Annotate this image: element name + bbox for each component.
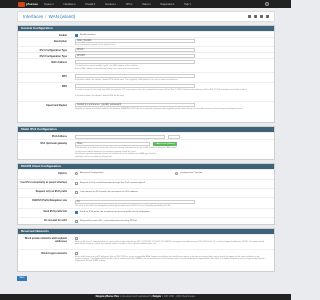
nav-diagnostics[interactable]: Diagnostics ▾: [161, 3, 175, 6]
block-private-checkbox[interactable]: [75, 236, 78, 240]
ipv4-gateway-label: IPv4 Upstream gateway: [40, 142, 67, 145]
nav-interfaces[interactable]: Interfaces ▾: [64, 3, 76, 6]
delegation-label: DHCPv6 Prefix Delegation size: [32, 199, 67, 202]
footer-product[interactable]: Netgate pfSense Plus: [96, 296, 120, 298]
sliders-icon[interactable]: [248, 15, 251, 18]
block-bogon-label: Block bogon networks: [41, 251, 67, 255]
block-private-hint: Blocks traffic from IP addresses that ar…: [75, 240, 265, 245]
no-wait-ra-row: Do not wait for a RA Required by some IS…: [18, 217, 274, 226]
description-row: Description WAN_WLAN0 Enter a descriptio…: [18, 37, 274, 46]
nav-help[interactable]: Help ▾: [184, 3, 191, 6]
mss-label: MSS: [61, 84, 67, 88]
no-wait-ra-text: Required by some ISPs, especially those …: [80, 220, 137, 222]
breadcrumb: Interfaces / WAN (wlan0): [17, 11, 275, 22]
logout-icon[interactable]: ⎋: [265, 2, 269, 6]
block-private-label: Block private networks and loopback addr…: [24, 236, 67, 243]
description-label: Description: [53, 39, 67, 43]
override-text: Configuration Override: [180, 172, 203, 174]
nav-services[interactable]: Services ▾: [105, 3, 116, 6]
nav-system[interactable]: System ▾: [44, 3, 53, 6]
request-prefix-row: Request only an IPv6 prefix Only request…: [18, 188, 274, 197]
dhcp6-panel: DHCP6 Client Configuration Options Advan…: [17, 163, 275, 225]
mac-hint-2: Enter a MAC address in the following for…: [75, 67, 140, 70]
delegation-hint: The value in this field is the delegated…: [75, 204, 171, 207]
gateway-hint-4: Gateways can be managed by clicking here…: [75, 155, 113, 158]
footer: Netgate pfSense Plus is developed and ma…: [0, 294, 291, 300]
send-hint-label: Send IPv6 prefix hint: [43, 210, 67, 213]
speed-label: Speed and Duplex: [46, 103, 67, 107]
mac-row: MAC Address This field can be used to mo…: [18, 58, 274, 72]
nav-firewall[interactable]: Firewall ▾: [85, 3, 95, 6]
ipv4-gateway-row: IPv4 Upstream gateway None + Add a new g…: [18, 139, 274, 161]
ipv4-address-row: IPv4 Address: [18, 132, 274, 139]
breadcrumb-icons: [248, 15, 269, 18]
ipv4-connectivity-label: Use IPv4 connectivity as parent interfac…: [20, 181, 67, 184]
mss-hint-1: If a value is entered in this field, the…: [75, 89, 247, 91]
block-bogon-checkbox[interactable]: [75, 251, 78, 255]
mac-input[interactable]: [75, 60, 195, 64]
send-hint-checkbox[interactable]: [75, 211, 78, 214]
mtu-input[interactable]: [75, 74, 195, 78]
chart-icon[interactable]: [254, 15, 257, 18]
no-wait-ra-label: Do not wait for a RA: [44, 219, 67, 222]
ipv4-address-label: IPv4 Address: [51, 134, 67, 138]
gateway-hint-1: If this interface is an Internet connect…: [75, 146, 178, 149]
logo-text: pfsense: [26, 2, 39, 6]
no-wait-ra-checkbox[interactable]: [75, 220, 78, 223]
speed-row: Speed and Duplex Default (no preference,…: [18, 101, 274, 123]
delegation-row: DHCPv6 Prefix Delegation size 64 The val…: [18, 197, 274, 208]
ipv4-address-input[interactable]: [75, 134, 165, 139]
question-icon[interactable]: [266, 15, 269, 18]
mtu-hint: If this field is blank, the adapter's de…: [75, 78, 179, 81]
options-label: Options: [57, 172, 67, 175]
speed-hint: Explicitly set speed and duplex mode for…: [75, 108, 243, 110]
mtu-label: MTU: [61, 74, 67, 78]
ipv4-connectivity-text: Request a IPv6 prefix/information throug…: [80, 182, 145, 184]
save-button[interactable]: Save: [17, 276, 27, 281]
mss-input[interactable]: [75, 84, 195, 88]
ipv4-cidr-select[interactable]: [168, 134, 180, 139]
footer-text: is developed and maintained by: [119, 296, 153, 298]
add-gateway-button[interactable]: + Add a new gateway: [153, 141, 177, 146]
nav-vpn[interactable]: VPN ▾: [126, 3, 133, 6]
static-ipv4-panel: Static IPv4 Configuration IPv4 Address I…: [17, 126, 275, 160]
advanced-radio[interactable]: [75, 172, 78, 175]
footer-tail[interactable]: © ESF 2004 - 2023 View license.: [162, 296, 196, 298]
description-input[interactable]: WAN_WLAN0: [75, 39, 195, 43]
mss-row: MSS If a value is entered in this field,…: [18, 82, 274, 101]
mtu-row: MTU If this field is blank, the adapter'…: [18, 72, 274, 82]
logo-mark-icon: [18, 1, 25, 7]
enable-text: Enable interface: [80, 33, 96, 36]
top-navbar: pfsense System ▾ Interfaces ▾ Firewall ▾…: [0, 0, 291, 8]
delegation-select[interactable]: 64: [75, 199, 195, 204]
send-hint-text: Send an IPv6 prefix hint to indicate the…: [80, 211, 150, 213]
speed-select[interactable]: Default (no preference, typically autose…: [75, 103, 195, 107]
block-bogon-hint: Blocks traffic from reserved IP addresse…: [75, 255, 265, 263]
ipv4-connectivity-row: Use IPv4 connectivity as parent interfac…: [18, 179, 274, 188]
reserved-networks-panel: Reserved Networks Block private networks…: [17, 228, 275, 272]
override-radio[interactable]: [175, 172, 178, 175]
advanced-text: Advanced Configuration: [80, 172, 104, 174]
block-bogon-row: Block bogon networks Blocks traffic from…: [18, 249, 274, 273]
mss-hint-2: If this field is blank, the adapter's de…: [75, 95, 125, 97]
request-prefix-text: Only request an IPv6 prefix, do not requ…: [80, 191, 139, 193]
mac-label: MAC Address: [51, 60, 67, 64]
footer-company[interactable]: Netgate: [153, 296, 161, 298]
options-row: Options Advanced Configuration Configura…: [18, 169, 274, 179]
list-icon[interactable]: [260, 15, 263, 18]
request-prefix-label: Request only an IPv6 prefix: [35, 190, 67, 193]
gateway-select[interactable]: None: [75, 141, 150, 146]
send-hint-row: Send IPv6 prefix hint Send an IPv6 prefi…: [18, 208, 274, 217]
pfsense-logo[interactable]: pfsense: [18, 1, 39, 7]
breadcrumb-separator: /: [45, 14, 47, 19]
ipv4-connectivity-checkbox[interactable]: [75, 182, 78, 185]
request-prefix-checkbox[interactable]: [75, 191, 78, 194]
general-config-panel: General Configuration Enable Enable inte…: [17, 25, 275, 123]
block-private-row: Block private networks and loopback addr…: [18, 234, 274, 249]
nav-status[interactable]: Status ▾: [142, 3, 150, 6]
breadcrumb-interfaces[interactable]: Interfaces: [23, 14, 43, 19]
breadcrumb-current[interactable]: WAN (wlan0): [48, 14, 75, 19]
